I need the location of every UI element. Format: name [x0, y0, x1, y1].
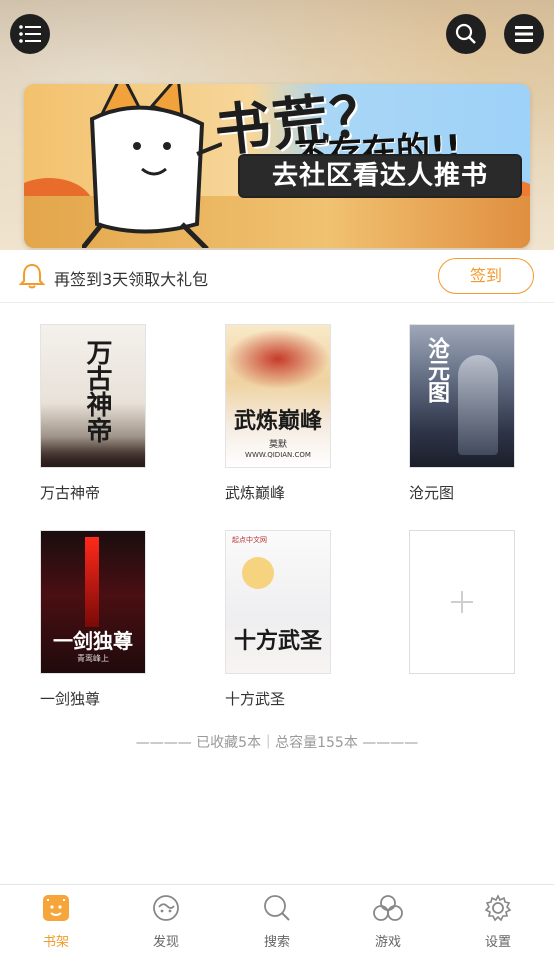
tab-settings[interactable]: 设置 [458, 893, 538, 950]
cover-title: 十方武圣 [233, 629, 322, 654]
cover-author: 莫默 [268, 440, 287, 450]
book-item[interactable]: 沧元图 沧元图 [409, 324, 515, 503]
tab-discover[interactable]: 发现 [126, 893, 206, 950]
book-item[interactable]: 一剑独尊 青鸾峰上 一剑独尊 [40, 530, 146, 709]
search-icon [455, 23, 476, 44]
tab-game[interactable]: 游戏 [348, 893, 428, 950]
banner-cta[interactable]: 去社区看达人推书 [238, 154, 522, 198]
book-item[interactable]: 起点中文网 十方武圣 十方武圣 [225, 530, 331, 709]
book-item[interactable]: 武炼巅峰 莫默 WWW.QIDIAN.COM 武炼巅峰 [225, 324, 331, 503]
cover-title: 一剑独尊 [53, 629, 133, 653]
add-book-cover[interactable] [409, 530, 515, 674]
book-title: 沧元图 [409, 484, 455, 502]
tab-label: 搜索 [263, 935, 290, 950]
settings-icon [484, 894, 512, 922]
bottom-tab-bar: 书架 发现 搜索 游戏 设置 [0, 884, 554, 955]
cover-title: 沧元图 [424, 337, 449, 403]
promo-banner[interactable]: 书荒？ 不存在的!! 去社区看达人推书 [0, 0, 554, 250]
cover-site: WWW.QIDIAN.COM [245, 451, 311, 459]
cover-art [226, 329, 330, 389]
book-cover[interactable]: 沧元图 [409, 324, 515, 468]
cover-art [458, 355, 498, 455]
book-title: 一剑独尊 [40, 690, 101, 708]
bookshelf-icon [43, 895, 69, 921]
fox-mascot-icon [82, 84, 222, 248]
tab-search[interactable]: 搜索 [237, 893, 317, 950]
book-cover[interactable]: 起点中文网 十方武圣 [225, 530, 331, 674]
cover-title: 武炼巅峰 [233, 409, 322, 434]
add-book-slot[interactable] [409, 530, 515, 674]
discover-icon [153, 895, 179, 921]
book-cover[interactable]: 万古神帝 [40, 324, 146, 468]
cover-art [85, 537, 99, 627]
tab-label: 书架 [42, 935, 69, 950]
menu-button[interactable] [10, 14, 50, 54]
cover-sun-art [242, 557, 274, 589]
cover-author: 青鸾峰上 [77, 654, 109, 663]
signin-bar: 再签到3天领取大礼包 签到 [0, 250, 554, 303]
book-item[interactable]: 万古神帝 万古神帝 [40, 324, 146, 503]
book-cover[interactable]: 一剑独尊 青鸾峰上 [40, 530, 146, 674]
menu-icon [19, 25, 41, 43]
list-icon [515, 26, 533, 42]
game-icon [373, 895, 403, 921]
tab-label: 设置 [484, 935, 511, 950]
book-cover[interactable]: 武炼巅峰 莫默 WWW.QIDIAN.COM [225, 324, 331, 468]
tab-bookshelf[interactable]: 书架 [16, 893, 96, 950]
book-title: 万古神帝 [40, 484, 101, 502]
collection-summary: ———— 已收藏5本｜总容量155本 ———— [135, 735, 419, 751]
cover-shade [41, 437, 145, 467]
search-icon [264, 895, 290, 921]
tab-label: 发现 [152, 935, 179, 950]
cover-brand: 起点中文网 [232, 536, 267, 544]
cover-title: 万古神帝 [82, 339, 112, 443]
book-title: 十方武圣 [225, 690, 286, 708]
plus-icon [451, 591, 473, 613]
search-button[interactable] [446, 14, 486, 54]
signin-button[interactable]: 签到 [438, 258, 534, 294]
signin-message: 再签到3天领取大礼包 [54, 270, 209, 289]
more-button[interactable] [504, 14, 544, 54]
ad-card[interactable]: 书荒？ 不存在的!! 去社区看达人推书 [24, 84, 530, 248]
book-title: 武炼巅峰 [225, 484, 286, 502]
bell-icon [18, 263, 46, 289]
tab-label: 游戏 [374, 935, 401, 950]
